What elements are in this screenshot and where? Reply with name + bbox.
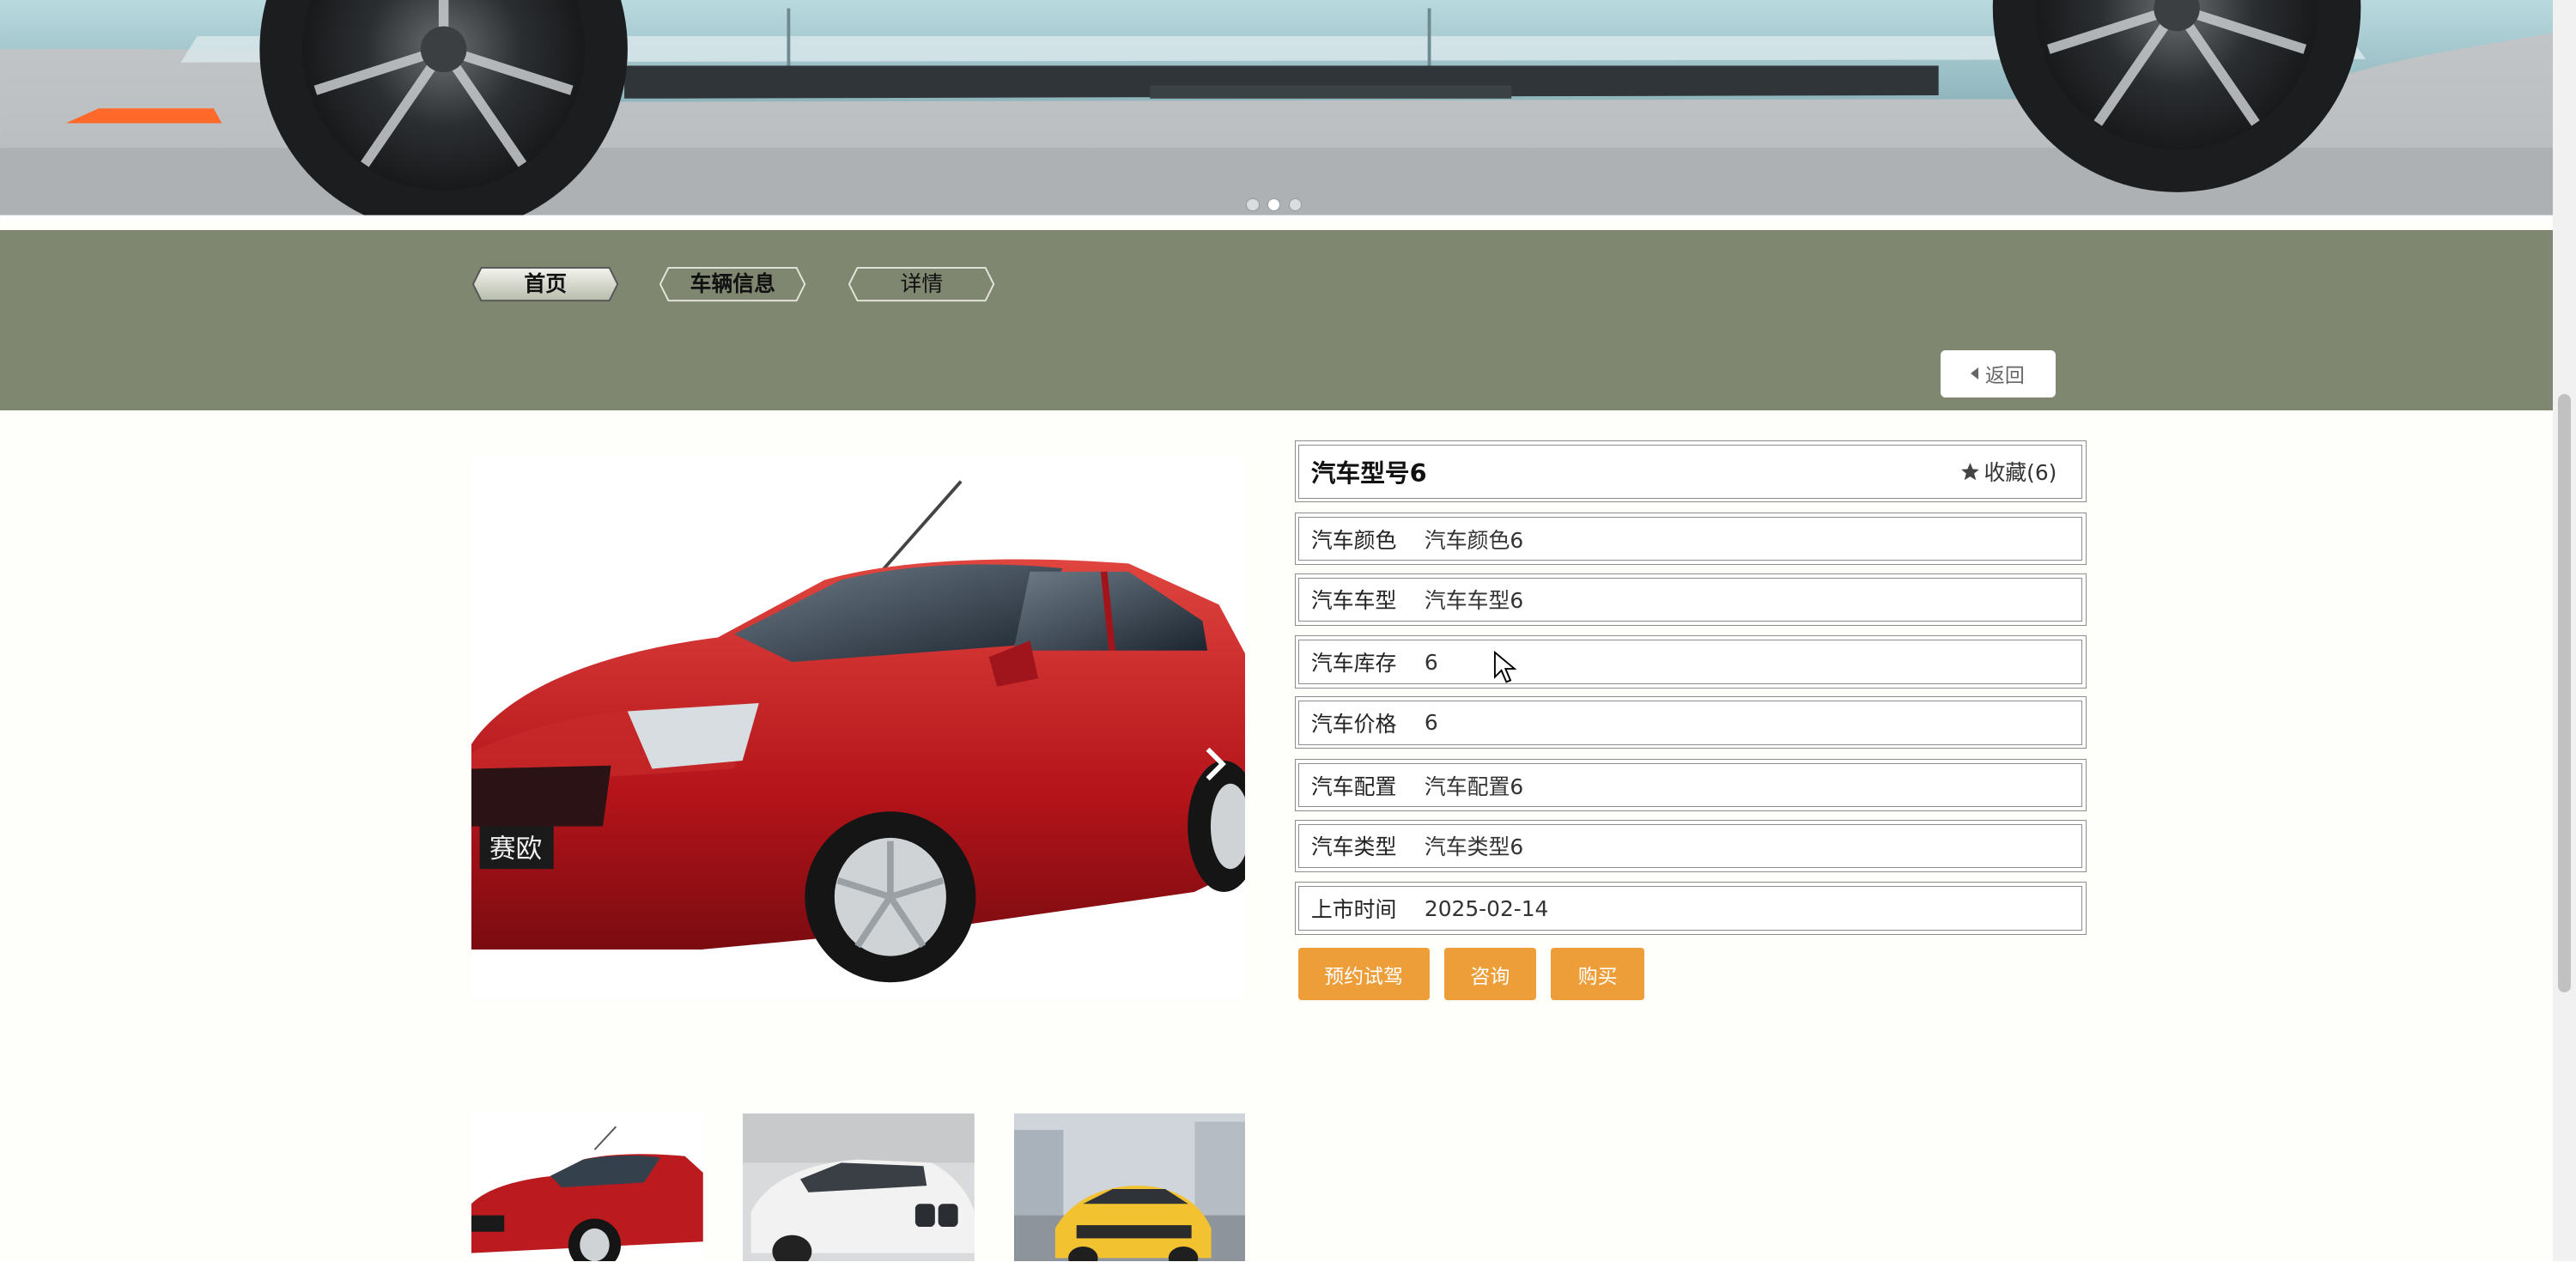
field-label: 汽车颜色 (1310, 527, 1397, 553)
plate-text: 赛欧 (489, 834, 542, 865)
caret-left-icon (1971, 367, 1979, 380)
main-car-image: 赛欧 (471, 456, 1246, 999)
tab-home[interactable]: 首页 (471, 266, 619, 302)
banner-dot-3[interactable] (1289, 198, 1302, 210)
field-row-stock: 汽车库存 6 (1294, 635, 2087, 689)
field-row-release-date: 上市时间 2025-02-14 (1294, 882, 2087, 935)
tab-details[interactable]: 详情 (848, 266, 995, 302)
field-value: 汽车颜色6 (1424, 527, 1524, 553)
test-drive-button[interactable]: 预约试驾 (1297, 947, 1430, 1001)
car-model-title: 汽车型号6 (1310, 458, 1427, 488)
banner-pagination (1247, 198, 1302, 210)
field-label: 汽车配置 (1310, 774, 1397, 799)
field-row-color: 汽车颜色 汽车颜色6 (1294, 512, 2087, 566)
mouse-cursor-icon (1494, 650, 1516, 683)
page-root: 首页 车辆信息 详情 返回 赛欧 汽车型号6 收藏(6) 汽车颜色 汽车颜色6 … (0, 0, 2576, 1262)
scrollbar-thumb[interactable] (2558, 394, 2572, 992)
tab-vehicle-info[interactable]: 车辆信息 (659, 266, 806, 302)
thumbnail-1[interactable] (471, 1113, 703, 1262)
tab-details-label: 详情 (900, 270, 944, 296)
field-row-model: 汽车车型 汽车车型6 (1294, 573, 2087, 626)
field-label: 汽车库存 (1310, 651, 1397, 677)
chevron-right-icon[interactable] (1200, 744, 1232, 784)
field-value: 6 (1424, 649, 1438, 675)
consult-button[interactable]: 咨询 (1443, 947, 1536, 1001)
banner-dot-2[interactable] (1268, 198, 1280, 210)
thumb-white-suv (742, 1113, 975, 1262)
title-row: 汽车型号6 收藏(6) (1294, 440, 2087, 503)
red-sedan-image: 赛欧 (471, 480, 1246, 983)
field-label: 上市时间 (1310, 897, 1397, 923)
tab-vehicle-info-label: 车辆信息 (690, 270, 776, 296)
field-value: 汽车配置6 (1424, 774, 1524, 799)
thumbnail-2[interactable] (742, 1113, 975, 1262)
back-button[interactable]: 返回 (1940, 349, 2056, 397)
field-value: 汽车车型6 (1424, 588, 1524, 614)
field-row-config: 汽车配置 汽车配置6 (1294, 758, 2087, 812)
thumbnail-3[interactable] (1013, 1113, 1246, 1262)
back-button-label: 返回 (1984, 365, 2025, 388)
favorite-button[interactable]: 收藏(6) (1959, 456, 2057, 487)
hero-banner[interactable] (0, 0, 2554, 222)
thumb-red-sedan (471, 1113, 703, 1262)
field-value: 汽车类型6 (1424, 834, 1524, 860)
field-row-price: 汽车价格 6 (1294, 696, 2087, 749)
banner-car-image (0, 0, 2554, 222)
field-value: 2025-02-14 (1424, 895, 1549, 921)
star-icon (1960, 462, 1979, 480)
banner-dot-1[interactable] (1247, 198, 1259, 210)
field-row-type: 汽车类型 汽车类型6 (1294, 819, 2087, 872)
thumb-yellow-suv (1013, 1113, 1246, 1262)
field-label: 汽车车型 (1310, 588, 1397, 614)
buy-button[interactable]: 购买 (1551, 947, 1645, 1001)
favorite-label: 收藏(6) (1984, 460, 2057, 486)
field-label: 汽车类型 (1310, 834, 1397, 860)
nav-band: 首页 车辆信息 详情 返回 (0, 229, 2554, 411)
field-value: 6 (1424, 710, 1438, 736)
tab-home-label: 首页 (524, 270, 568, 296)
field-label: 汽车价格 (1310, 711, 1397, 737)
